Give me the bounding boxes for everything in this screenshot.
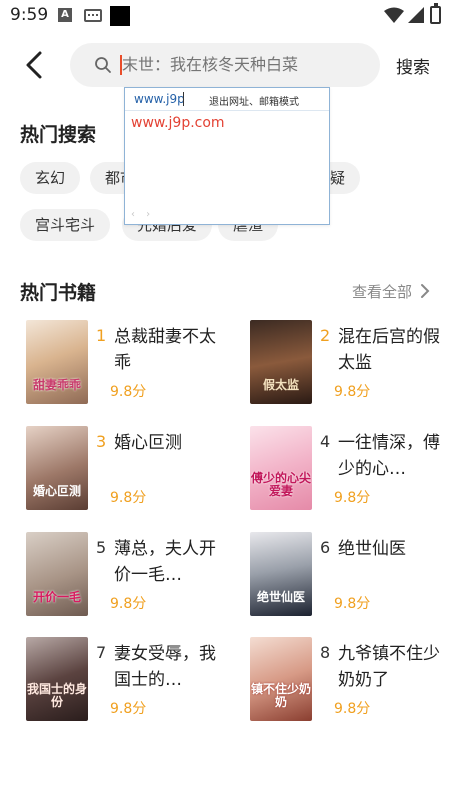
book-title[interactable]: 九爷镇不住少奶奶了 [338, 641, 450, 693]
hot-search-title: 热门搜索 [20, 124, 97, 146]
search-tag[interactable]: 玄幻 [20, 162, 81, 194]
book-item[interactable]: 我国士的身份 7 妻女受辱，我国士的… 9.8分 [26, 637, 236, 727]
signal-icon [408, 7, 424, 23]
book-cover[interactable]: 假太监 [250, 320, 312, 404]
search-icon [95, 57, 111, 73]
text-notification-icon: A [58, 8, 72, 22]
search-button[interactable]: 搜索 [396, 53, 430, 78]
book-rank: 1 [96, 326, 107, 345]
battery-icon [430, 3, 441, 24]
book-cover[interactable]: 开价一毛 [26, 532, 88, 616]
book-rank: 7 [96, 643, 107, 662]
book-title[interactable]: 婚心叵测 [114, 430, 226, 456]
hot-books-title: 热门书籍 [20, 282, 97, 304]
book-rank: 4 [320, 432, 331, 451]
book-item[interactable]: 开价一毛 5 薄总，夫人开价一毛… 9.8分 [26, 532, 236, 622]
book-rank: 6 [320, 538, 331, 557]
book-score: 9.8分 [110, 596, 147, 612]
book-item[interactable]: 假太监 2 混在后宫的假太监 9.8分 [250, 320, 450, 410]
book-rank: 3 [96, 432, 107, 451]
book-rank: 8 [320, 643, 331, 662]
wifi-icon [384, 7, 404, 23]
status-time: 9:59 [10, 5, 49, 25]
book-cover[interactable]: 绝世仙医 [250, 532, 312, 616]
book-cover[interactable]: 我国士的身份 [26, 637, 88, 721]
book-title[interactable]: 一往情深，傅少的心… [338, 430, 450, 482]
book-item[interactable]: 镇不住少奶奶 8 九爷镇不住少奶奶了 9.8分 [250, 637, 450, 727]
book-cover[interactable]: 甜妻乖乖 [26, 320, 88, 404]
ime-exit-url-mode[interactable]: 退出网址、邮箱模式 [209, 93, 299, 108]
ime-candidate[interactable]: www.j9p.com [131, 115, 225, 131]
black-square-icon [110, 6, 130, 26]
book-item[interactable]: 甜妻乖乖 1 总裁甜妻不太乖 9.8分 [26, 320, 236, 410]
search-tag[interactable]: 宫斗宅斗 [20, 209, 111, 241]
book-cover[interactable]: 镇不住少奶奶 [250, 637, 312, 721]
book-score: 9.8分 [110, 490, 147, 506]
status-bar: 9:59 A [0, 0, 450, 32]
book-score: 9.8分 [334, 701, 371, 717]
book-score: 9.8分 [334, 596, 371, 612]
ime-candidate-popup: www.j9p 退出网址、邮箱模式 www.j9p.com ‹ › [124, 87, 330, 225]
chevron-right-icon[interactable] [420, 283, 430, 299]
ime-caret [183, 92, 184, 106]
view-all-link[interactable]: 查看全部 [352, 281, 412, 302]
book-title[interactable]: 妻女受辱，我国士的… [114, 641, 226, 693]
book-rank: 2 [320, 326, 331, 345]
book-item[interactable]: 绝世仙医 6 绝世仙医 9.8分 [250, 532, 450, 622]
keyboard-icon [84, 9, 102, 22]
book-title[interactable]: 薄总，夫人开价一毛… [114, 536, 226, 588]
book-title[interactable]: 总裁甜妻不太乖 [114, 324, 226, 376]
book-score: 9.8分 [110, 701, 147, 717]
book-cover[interactable]: 婚心叵测 [26, 426, 88, 510]
book-item[interactable]: 婚心叵测 3 婚心叵测 9.8分 [26, 426, 236, 516]
ime-input-text: www.j9p [134, 92, 185, 106]
book-title[interactable]: 混在后宫的假太监 [338, 324, 450, 376]
ime-page-arrows[interactable]: ‹ › [131, 209, 154, 220]
book-rank: 5 [96, 538, 107, 557]
book-title[interactable]: 绝世仙医 [338, 536, 450, 562]
book-item[interactable]: 傅少的心尖爱妻 4 一往情深，傅少的心… 9.8分 [250, 426, 450, 516]
book-cover[interactable]: 傅少的心尖爱妻 [250, 426, 312, 510]
search-input[interactable] [122, 43, 372, 87]
book-score: 9.8分 [334, 384, 371, 400]
ime-divider [125, 110, 329, 111]
book-score: 9.8分 [334, 490, 371, 506]
back-button[interactable] [20, 50, 48, 80]
search-box[interactable] [70, 43, 380, 87]
book-score: 9.8分 [110, 384, 147, 400]
